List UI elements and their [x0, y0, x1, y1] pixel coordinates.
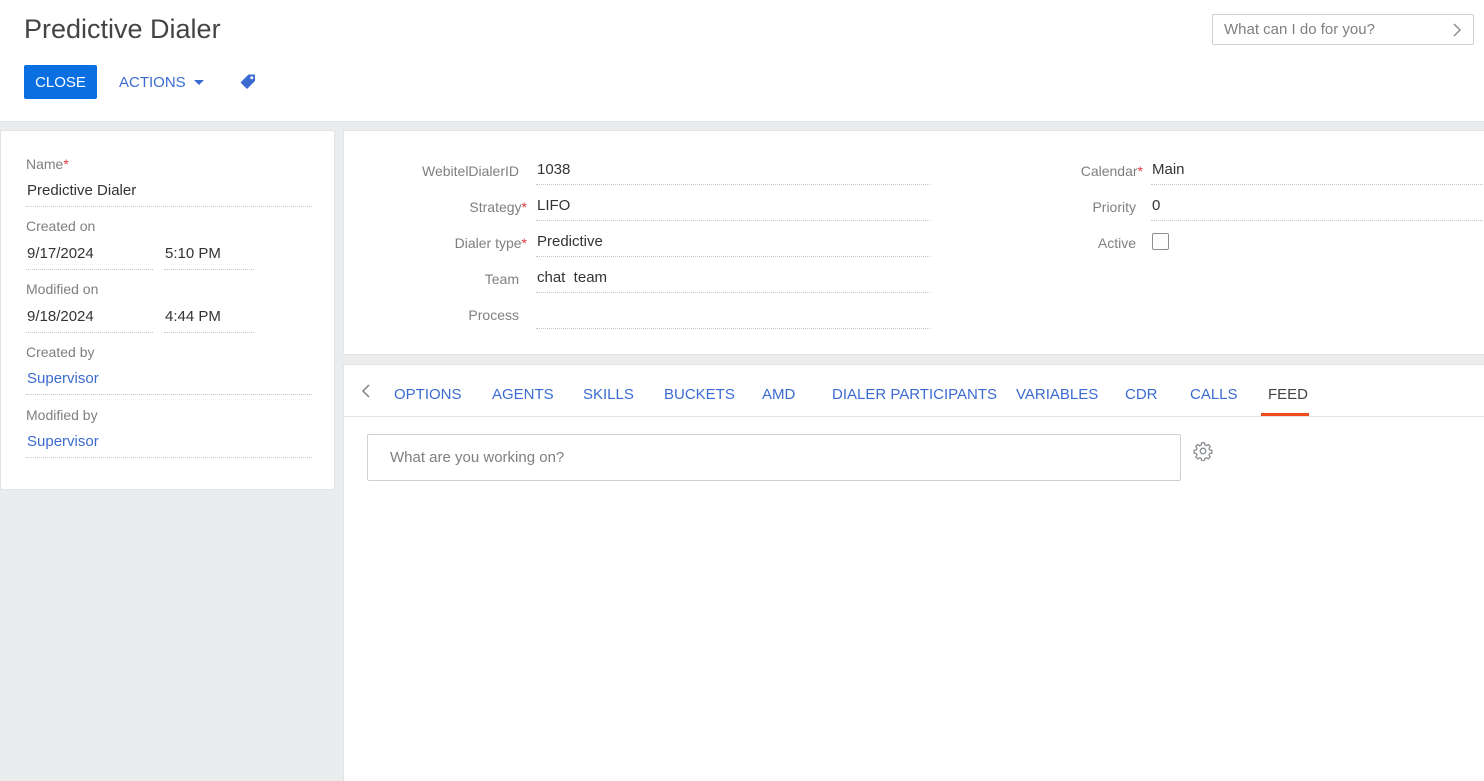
dialer-type-underline	[536, 256, 930, 257]
priority-field[interactable]: 0	[1152, 197, 1160, 214]
calendar-underline	[1151, 184, 1484, 185]
created-by-link[interactable]: Supervisor	[27, 370, 99, 387]
name-field[interactable]: Predictive Dialer	[27, 182, 136, 199]
modified-time-field[interactable]: 4:44 PM	[165, 308, 221, 325]
created-time-field[interactable]: 5:10 PM	[165, 245, 221, 262]
tab-cdr[interactable]: CDR	[1125, 386, 1158, 403]
gear-icon[interactable]	[1193, 441, 1213, 461]
tab-skills[interactable]: SKILLS	[583, 386, 634, 403]
dialer-id-label: WebitelDialerID	[422, 163, 519, 179]
dialer-type-label: Dialer type*	[454, 235, 527, 251]
modified-by-underline	[26, 457, 312, 458]
strategy-underline	[536, 220, 930, 221]
strategy-label: Strategy*	[469, 199, 527, 215]
tab-calls[interactable]: CALLS	[1190, 386, 1238, 403]
active-label: Active	[1097, 235, 1136, 251]
tab-variables[interactable]: VARIABLES	[1016, 386, 1098, 403]
modified-by-label: Modified by	[26, 407, 98, 423]
modified-on-label: Modified on	[26, 281, 99, 297]
detail-tabs-panel: OPTIONS AGENTS SKILLS BUCKETS AMD DIALER…	[343, 364, 1484, 781]
tag-icon	[240, 74, 255, 89]
tab-dialer-participants[interactable]: DIALER PARTICIPANTS	[832, 386, 997, 403]
team-field[interactable]: chat team	[537, 269, 607, 286]
page-header: Predictive Dialer CLOSE ACTIONS	[0, 0, 1484, 122]
tab-feed[interactable]: FEED	[1268, 386, 1308, 403]
strategy-field[interactable]: LIFO	[537, 197, 570, 214]
actions-label: ACTIONS	[119, 73, 186, 91]
chevron-left-icon[interactable]	[359, 383, 373, 399]
created-date-field[interactable]: 9/17/2024	[27, 245, 94, 262]
priority-underline	[1151, 220, 1484, 221]
modified-date-underline	[26, 332, 153, 333]
dialer-type-field[interactable]: Predictive	[537, 233, 603, 250]
record-details-panel: WebitelDialerID 1038 Strategy* LIFO Dial…	[343, 130, 1484, 355]
team-underline	[536, 292, 930, 293]
caret-down-icon	[193, 79, 204, 85]
feed-post-box[interactable]	[367, 434, 1181, 481]
priority-label: Priority	[1092, 199, 1136, 215]
close-button[interactable]: CLOSE	[24, 65, 97, 99]
chevron-right-icon[interactable]	[1451, 23, 1463, 37]
page-title: Predictive Dialer	[24, 14, 221, 44]
tab-agents[interactable]: AGENTS	[492, 386, 554, 403]
process-label: Process	[468, 307, 519, 323]
feed-input[interactable]	[368, 435, 1180, 480]
modified-time-underline	[164, 332, 254, 333]
created-time-underline	[164, 269, 254, 270]
created-date-underline	[26, 269, 153, 270]
team-label: Team	[484, 271, 519, 287]
calendar-label: Calendar*	[1080, 163, 1143, 179]
tab-options[interactable]: OPTIONS	[394, 386, 462, 403]
active-checkbox[interactable]	[1152, 233, 1169, 250]
command-search-input[interactable]	[1213, 15, 1445, 44]
name-field-underline	[26, 206, 312, 207]
command-search[interactable]	[1212, 14, 1474, 45]
modified-date-field[interactable]: 9/18/2024	[27, 308, 94, 325]
record-info-panel: Name* Predictive Dialer Created on 9/17/…	[0, 130, 335, 490]
created-on-label: Created on	[26, 218, 96, 234]
tab-amd[interactable]: AMD	[762, 386, 795, 403]
created-by-underline	[26, 394, 312, 395]
dialer-id-field[interactable]: 1038	[537, 161, 570, 178]
created-by-label: Created by	[26, 344, 95, 360]
dialer-id-underline	[536, 184, 930, 185]
tag-button[interactable]	[237, 71, 259, 93]
process-underline	[536, 328, 930, 329]
active-tab-indicator	[1261, 413, 1309, 416]
tab-buckets[interactable]: BUCKETS	[664, 386, 735, 403]
modified-by-link[interactable]: Supervisor	[27, 433, 99, 450]
tabs-bar: OPTIONS AGENTS SKILLS BUCKETS AMD DIALER…	[344, 365, 1484, 417]
name-label: Name*	[26, 156, 69, 172]
calendar-field[interactable]: Main	[1152, 161, 1185, 178]
actions-button[interactable]: ACTIONS	[113, 65, 210, 99]
